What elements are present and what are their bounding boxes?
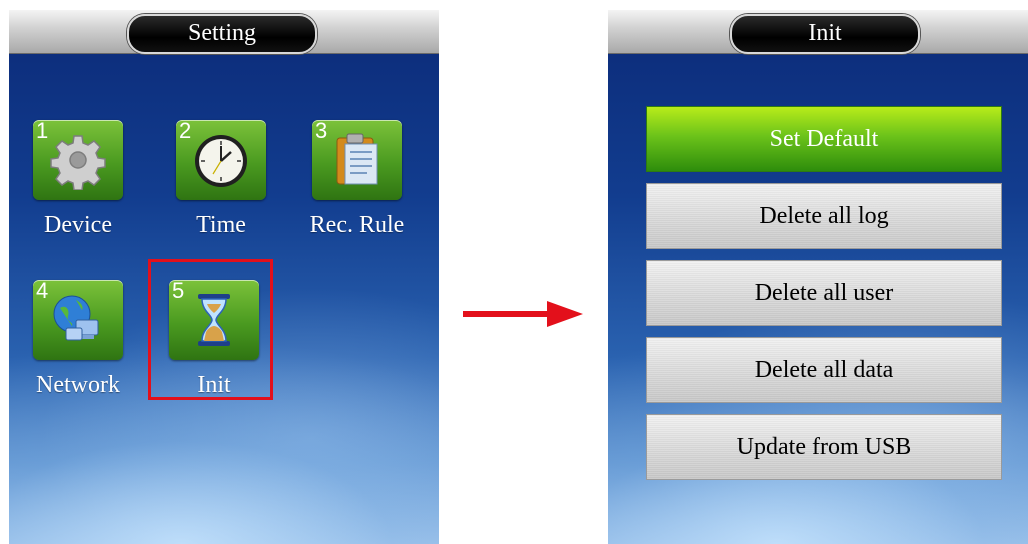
app-network-label: Network	[36, 372, 120, 398]
app-device-tile: 1	[33, 118, 123, 200]
gear-icon	[50, 135, 106, 190]
init-screen: Init Set Default Delete all log Delete a…	[608, 10, 1028, 544]
delete-all-data-button[interactable]: Delete all data	[646, 337, 1002, 403]
setting-title: Setting	[127, 14, 317, 54]
init-titlebar: Init	[608, 10, 1028, 54]
app-device-number: 1	[36, 118, 49, 143]
clock-icon	[195, 135, 247, 187]
init-title: Init	[730, 14, 920, 54]
app-rec-rule-label: Rec. Rule	[309, 212, 405, 238]
setting-titlebar: Setting	[9, 10, 439, 54]
app-rec-rule-tile: 3	[312, 118, 402, 200]
app-network[interactable]: 4 Network	[23, 278, 133, 399]
delete-all-log-button[interactable]: Delete all log	[646, 183, 1002, 249]
clipboard-icon	[336, 133, 378, 185]
app-rec-rule-number: 3	[315, 118, 328, 143]
app-time[interactable]: 2 Time	[166, 118, 276, 239]
set-default-button[interactable]: Set Default	[646, 106, 1002, 172]
app-network-tile: 4	[33, 278, 123, 360]
app-rec-rule[interactable]: 3 Rec. Rule	[302, 118, 412, 239]
delete-all-user-button[interactable]: Delete all user	[646, 260, 1002, 326]
app-time-label: Time	[196, 212, 246, 238]
app-time-tile: 2	[176, 118, 266, 200]
app-time-number: 2	[179, 118, 192, 143]
app-device-label: Device	[44, 212, 112, 238]
globe-network-icon	[53, 295, 99, 341]
right-arrow-icon	[463, 301, 583, 327]
app-device[interactable]: 1 Device	[23, 118, 133, 239]
app-network-number: 4	[36, 278, 49, 303]
selection-highlight	[148, 259, 273, 400]
update-from-usb-button[interactable]: Update from USB	[646, 414, 1002, 480]
